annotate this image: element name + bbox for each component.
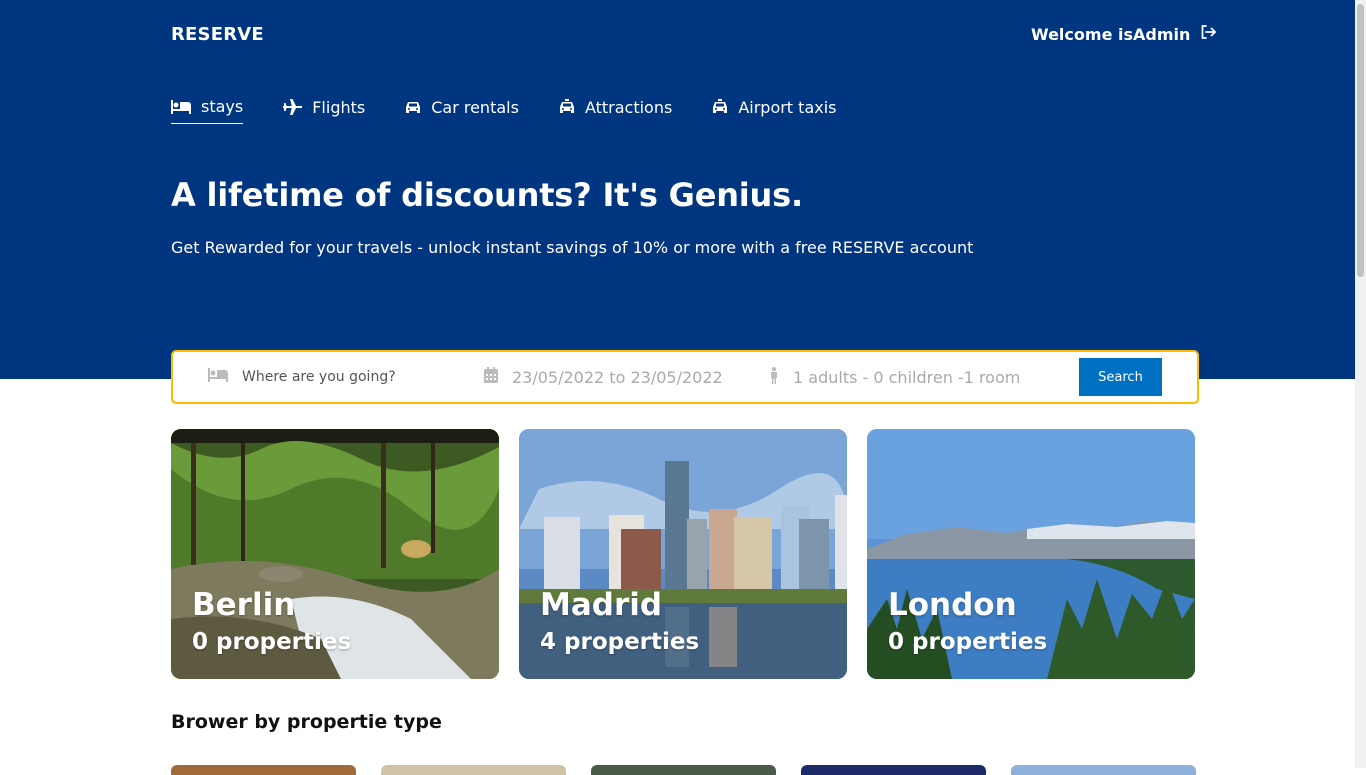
welcome-user[interactable]: Welcome isAdmin xyxy=(1031,24,1217,44)
property-type-thumb[interactable] xyxy=(381,765,566,775)
date-range-text: 23/05/2022 to 23/05/2022 xyxy=(512,367,723,387)
hero-banner: RESERVE Welcome isAdmin stays Flights Ca xyxy=(0,0,1355,379)
city-card-berlin[interactable]: Berlin 0 properties xyxy=(171,429,499,679)
city-properties-count: 0 properties xyxy=(192,629,352,655)
nav-item-attractions[interactable]: Attractions xyxy=(559,94,672,124)
person-icon xyxy=(769,366,779,388)
plane-icon xyxy=(283,99,303,115)
city-card-london[interactable]: London 0 properties xyxy=(867,429,1195,679)
nav-label: stays xyxy=(201,97,244,116)
property-type-thumb[interactable] xyxy=(801,765,986,775)
city-card-madrid[interactable]: Madrid 4 properties xyxy=(519,429,847,679)
destination-field[interactable]: Where are you going? xyxy=(208,352,396,402)
city-name: Berlin xyxy=(192,587,296,623)
car-icon xyxy=(405,100,421,114)
guests-text: 1 adults - 0 children -1 room xyxy=(793,367,1021,387)
logo[interactable]: RESERVE xyxy=(171,24,264,45)
city-name: London xyxy=(888,587,1017,623)
destination-input[interactable]: Where are you going? xyxy=(242,369,396,385)
nav-label: Car rentals xyxy=(431,97,519,117)
property-type-section-title: Brower by propertie type xyxy=(171,711,442,733)
nav-label: Flights xyxy=(312,97,366,117)
hero-title: A lifetime of discounts? It's Genius. xyxy=(171,176,803,214)
nav-item-airport-taxis[interactable]: Airport taxis xyxy=(712,94,837,124)
city-properties-count: 4 properties xyxy=(540,629,700,655)
welcome-text: Welcome isAdmin xyxy=(1031,24,1191,44)
top-nav: stays Flights Car rentals Attractions Ai… xyxy=(171,94,837,124)
nav-label: Attractions xyxy=(584,97,673,117)
taxi-icon xyxy=(712,99,728,115)
bed-icon xyxy=(208,368,228,386)
featured-cities: Berlin 0 properties Madrid 4 properties xyxy=(171,429,1195,679)
guests-field[interactable]: 1 adults - 0 children -1 room xyxy=(769,352,1020,402)
page-scrollbar[interactable] xyxy=(1355,0,1366,768)
nav-label: Airport taxis xyxy=(738,97,837,117)
taxi-icon xyxy=(559,99,575,115)
calendar-icon xyxy=(484,367,498,387)
hero-subtitle: Get Rewarded for your travels - unlock i… xyxy=(171,238,974,257)
search-button[interactable]: Search xyxy=(1079,358,1162,396)
logout-icon[interactable] xyxy=(1200,24,1217,44)
bed-icon xyxy=(171,99,191,114)
nav-item-flights[interactable]: Flights xyxy=(283,94,365,124)
property-type-thumb[interactable] xyxy=(591,765,776,775)
nav-item-stays[interactable]: stays xyxy=(171,94,244,124)
date-range-field[interactable]: 23/05/2022 to 23/05/2022 xyxy=(484,352,723,402)
property-type-thumb[interactable] xyxy=(171,765,356,775)
property-type-thumb[interactable] xyxy=(1011,765,1196,775)
nav-item-car-rentals[interactable]: Car rentals xyxy=(405,94,519,124)
search-bar: Where are you going? 23/05/2022 to 23/05… xyxy=(171,350,1199,404)
property-types-row xyxy=(171,765,1196,775)
scrollbar-thumb[interactable] xyxy=(1357,4,1364,277)
city-name: Madrid xyxy=(540,587,663,623)
city-properties-count: 0 properties xyxy=(888,629,1048,655)
